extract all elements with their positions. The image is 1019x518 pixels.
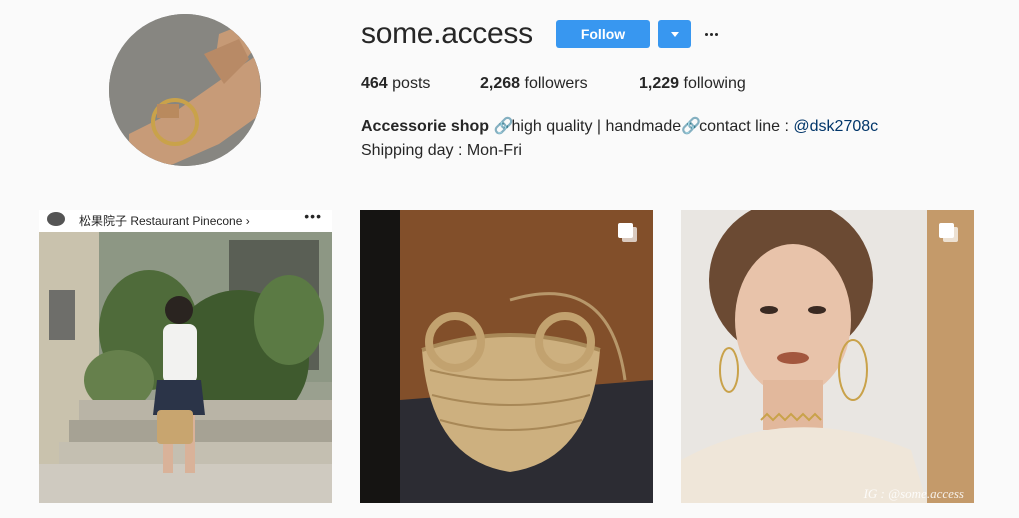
post-photo [39,210,332,503]
link-icon: 🔗 [681,118,702,135]
bio-line-2: Shipping day : Mon-Fri [361,142,522,159]
followers-stat[interactable]: 2,268 followers [480,74,588,94]
more-dot-icon [715,33,718,36]
suggested-dropdown-button[interactable] [658,20,691,48]
bio-name: Accessorie shop [361,118,490,135]
avatar-photo [109,14,261,166]
bio-line-1: Accessorie shop 🔗high quality | handmade… [361,115,878,139]
profile-avatar[interactable] [109,14,261,166]
multiple-photos-icon [939,223,958,242]
post-thumbnail[interactable]: IG : @some.access [681,210,974,503]
post-watermark: IG : @some.access [863,486,964,501]
post-photo [681,210,974,503]
more-options-button[interactable] [702,22,722,46]
posts-stat: 464 posts [361,74,430,94]
chevron-down-icon [671,32,679,37]
bio-text-2: contact line : [699,118,794,135]
post-photo [360,210,653,503]
posts-count: 464 [361,75,388,92]
profile-username: some.access [361,17,533,50]
following-count: 1,229 [639,75,680,92]
bio-text-1: high quality | handmade [511,118,682,135]
post-thumbnail[interactable] [360,210,653,503]
bio-mention-link[interactable]: @dsk2708c [793,118,878,135]
follow-button[interactable]: Follow [556,20,650,48]
more-dot-icon [710,33,713,36]
followers-label: followers [524,75,588,92]
link-icon: 🔗 [493,118,514,135]
more-dot-icon [705,33,708,36]
post-caption-bar: 松果院子 Restaurant Pinecone › ••• [39,210,332,232]
caption-location: 松果院子 Restaurant Pinecone › [79,214,250,228]
multiple-photos-icon [618,223,637,242]
posts-label: posts [392,75,431,92]
profile-bio: Accessorie shop 🔗high quality | handmade… [361,115,878,163]
followers-count: 2,268 [480,75,521,92]
caption-avatar-icon [47,212,65,226]
following-stat[interactable]: 1,229 following [639,74,746,94]
caption-more-icon: ••• [304,210,322,224]
following-label: following [683,75,746,92]
post-thumbnail[interactable]: 松果院子 Restaurant Pinecone › ••• [39,210,332,503]
